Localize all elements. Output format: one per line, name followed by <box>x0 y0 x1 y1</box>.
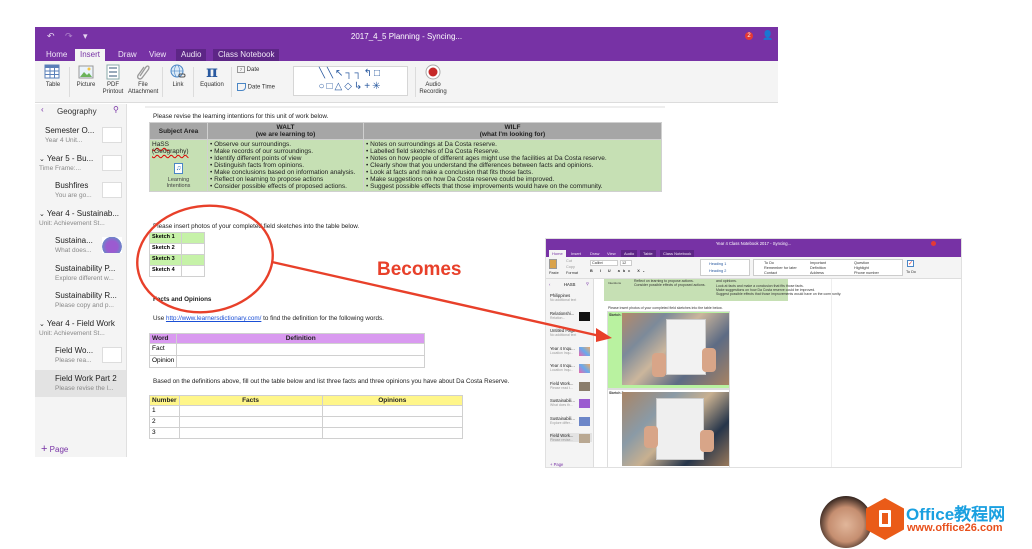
annotation-overlay <box>136 204 612 342</box>
becomes-label: Becomes <box>377 259 462 280</box>
arrow-head <box>596 328 612 342</box>
highlight-circle <box>136 204 274 314</box>
watermark-avatar <box>820 496 872 548</box>
watermark-url: www.office26.com <box>907 522 1003 534</box>
